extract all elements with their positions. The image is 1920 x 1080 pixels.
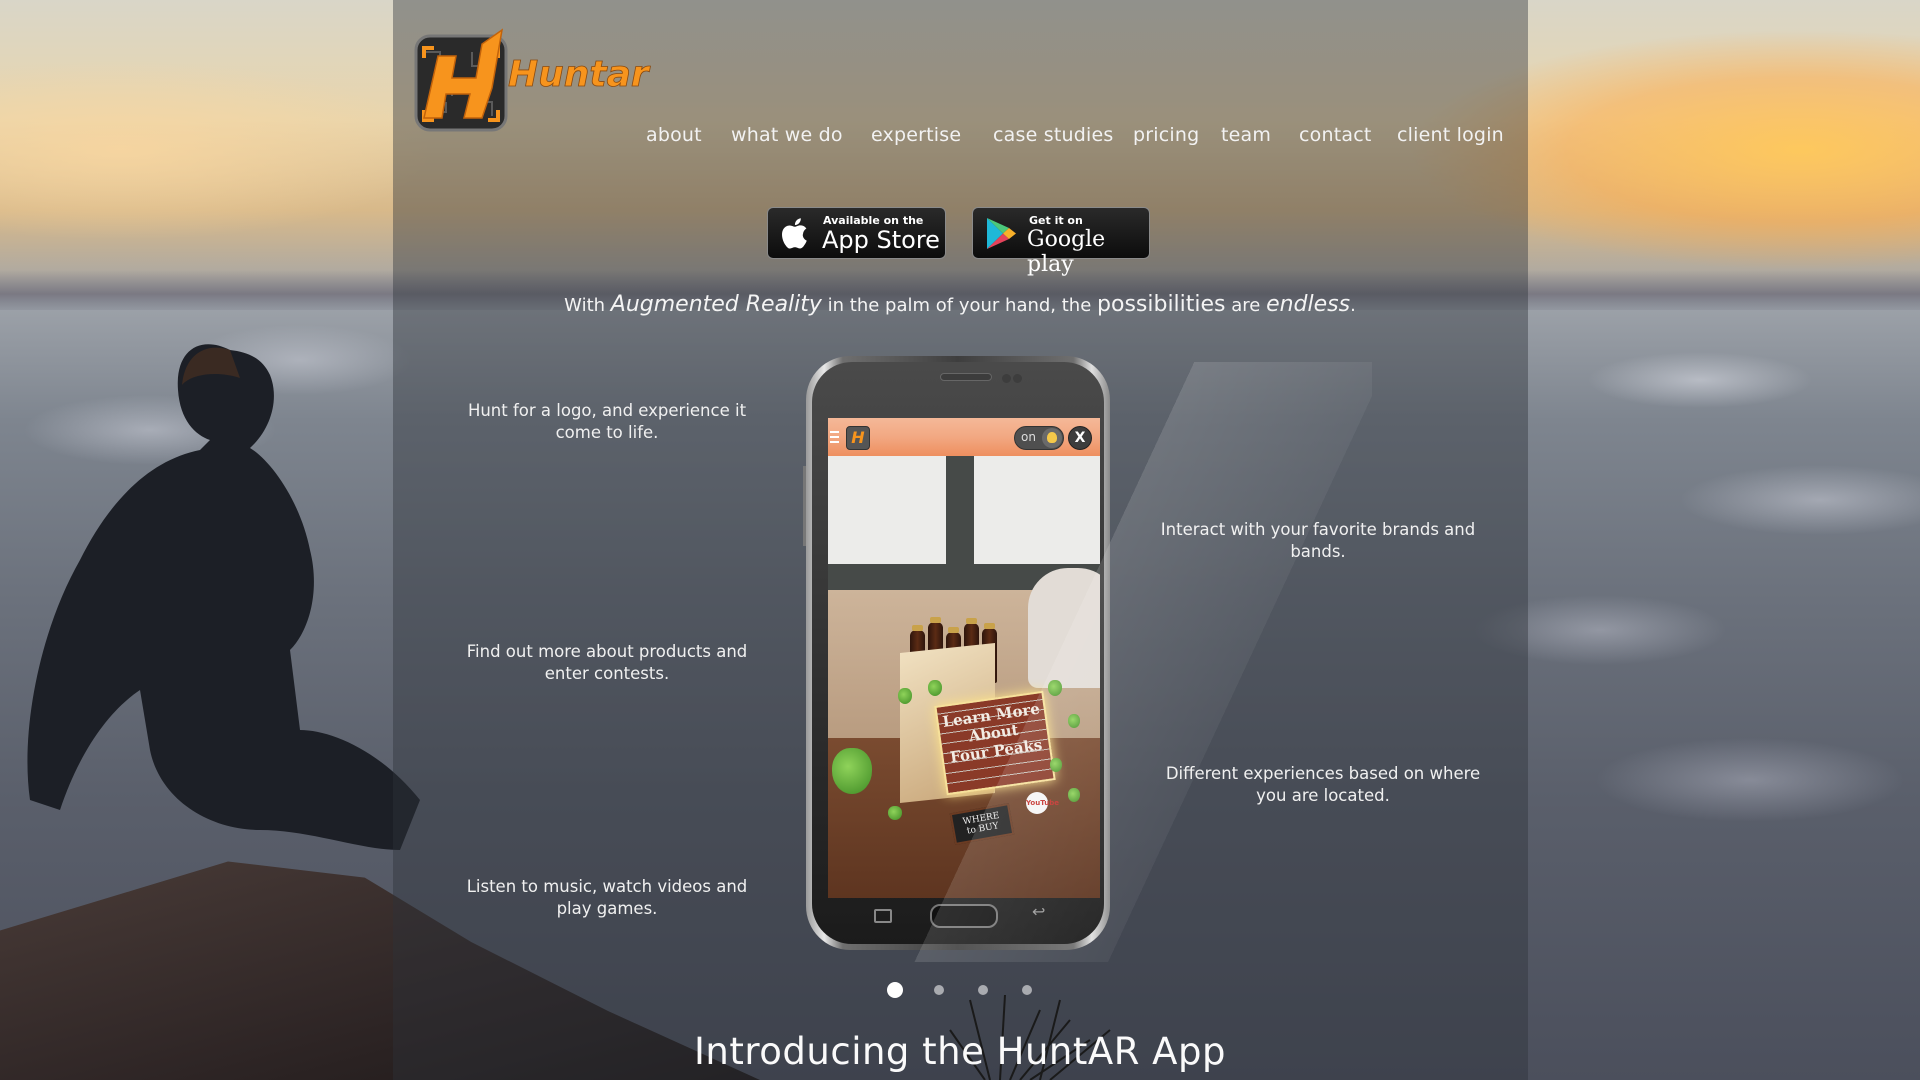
carousel-dot-active[interactable] — [887, 982, 903, 998]
tagline-text: With — [564, 295, 611, 316]
tagline-endless: endless — [1266, 292, 1351, 317]
phone-screen: Learn More About Four Peaks WHERE to BUY… — [828, 418, 1100, 898]
hop-icon — [888, 806, 902, 820]
nav-what-we-do[interactable]: what we do — [731, 124, 843, 146]
nav-case-studies[interactable]: case studies — [993, 124, 1113, 146]
home-button[interactable] — [930, 904, 998, 928]
app-store-big-text: App Store — [822, 226, 940, 254]
youtube-icon[interactable]: YouTube — [1026, 792, 1059, 814]
tagline-possibilities: possibilities — [1097, 292, 1226, 317]
tagline-text: in the palm of your hand, the — [821, 295, 1098, 316]
google-play-small-text: Get it on — [1029, 214, 1083, 227]
feature-location-experiences: Different experiences based on where you… — [1165, 764, 1481, 805]
feature-music-videos-games: Listen to music, watch videos and play g… — [466, 877, 748, 918]
close-button[interactable]: X — [1068, 426, 1092, 450]
app-store-button[interactable]: Available on the App Store — [767, 207, 946, 259]
toggle-knob — [1042, 428, 1062, 448]
hop-icon — [1050, 758, 1062, 772]
back-icon[interactable]: ↩ — [1032, 902, 1045, 921]
scene-window-right — [974, 456, 1100, 564]
learn-more-sign[interactable]: Learn More About Four Peaks — [934, 690, 1056, 796]
phone-side-key — [803, 466, 806, 546]
feature-brands-bands: Interact with your favorite brands and b… — [1160, 520, 1476, 561]
scene-chair — [1028, 568, 1100, 688]
tagline-text: are — [1225, 295, 1267, 316]
hop-icon — [832, 748, 872, 794]
hop-icon — [1048, 680, 1062, 696]
menu-icon[interactable] — [830, 431, 839, 443]
app-logo-icon: H — [846, 426, 870, 450]
recent-apps-icon[interactable] — [874, 909, 892, 923]
nav-pricing[interactable]: pricing — [1133, 124, 1199, 146]
nav-expertise[interactable]: expertise — [871, 124, 961, 146]
google-play-big-text: Google play — [1027, 227, 1106, 277]
phone-mockup: Learn More About Four Peaks WHERE to BUY… — [772, 356, 1372, 962]
hop-icon — [928, 680, 942, 696]
toggle-label: on — [1021, 430, 1036, 444]
logo-wordmark: Huntar — [508, 54, 651, 95]
hop-icon — [1068, 788, 1080, 802]
huntar-logo[interactable]: Huntar — [412, 22, 652, 134]
tagline-text: . — [1350, 295, 1356, 316]
phone-body: Learn More About Four Peaks WHERE to BUY… — [772, 362, 1372, 962]
scene-window-left — [828, 456, 946, 564]
feature-products-contests: Find out more about products and enter c… — [466, 642, 748, 683]
phone-speaker — [940, 373, 992, 381]
google-play-icon — [987, 218, 1016, 249]
hop-icon — [898, 688, 912, 704]
tagline: With Augmented Reality in the palm of yo… — [0, 292, 1920, 317]
nav-about[interactable]: about — [646, 124, 702, 146]
tagline-augmented-reality: Augmented Reality — [610, 292, 822, 317]
feature-hunt-logo: Hunt for a logo, and experience it come … — [467, 401, 747, 442]
nav-contact[interactable]: contact — [1299, 124, 1372, 146]
flash-toggle[interactable]: on — [1014, 426, 1064, 450]
google-play-button[interactable]: Get it on Google play — [972, 207, 1150, 277]
nav-client-login[interactable]: client login — [1397, 124, 1504, 146]
nav-team[interactable]: team — [1221, 124, 1271, 146]
intro-heading: Introducing the HuntAR App — [694, 1030, 1226, 1073]
hop-icon — [1068, 714, 1080, 728]
lightbulb-icon — [1047, 432, 1057, 443]
app-toolbar: H on X — [828, 418, 1100, 456]
phone-camera — [1013, 374, 1022, 383]
phone-sensor — [1002, 374, 1011, 383]
apple-icon — [782, 218, 807, 249]
main-nav: about what we do expertise case studies … — [0, 124, 1920, 154]
